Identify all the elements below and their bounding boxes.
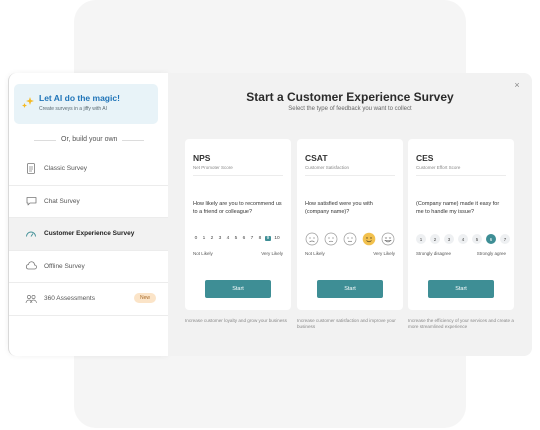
ai-banner-subtitle: Create surveys in a jiffy with AI bbox=[39, 106, 107, 112]
scale-option: 6 bbox=[242, 236, 246, 241]
menu-item-360-assessments[interactable]: 360 Assessments New bbox=[9, 283, 168, 316]
nps-start-button[interactable]: Start bbox=[205, 280, 271, 298]
ces-footer-text: Increase the efficiency of your services… bbox=[408, 318, 514, 330]
happy-face-icon bbox=[362, 232, 376, 246]
csat-footer-text: Increase customer satisfaction and impro… bbox=[297, 318, 396, 330]
csat-card[interactable]: CSAT Customer Satisfaction How satisfied… bbox=[297, 139, 403, 310]
scale-high-label: Strongly agree bbox=[476, 251, 506, 256]
scale-option: 1 bbox=[202, 236, 206, 241]
menu-item-label: Chat Survey bbox=[44, 197, 80, 205]
scale-option: 2 bbox=[210, 236, 214, 241]
scale-option: 7 bbox=[250, 236, 254, 241]
card-divider bbox=[193, 175, 283, 176]
menu-item-chat-survey[interactable]: Chat Survey bbox=[9, 186, 168, 218]
scale-option: 2 bbox=[430, 234, 440, 244]
ces-card[interactable]: CES Customer Effort Score (Company name)… bbox=[408, 139, 514, 310]
new-badge: New bbox=[133, 293, 156, 303]
nps-footer-text: Increase customer loyalty and grow your … bbox=[185, 318, 287, 323]
people-icon bbox=[25, 293, 37, 305]
card-title: CES bbox=[416, 153, 434, 163]
scale-option: 7 bbox=[500, 234, 510, 244]
scale-option: 5 bbox=[472, 234, 482, 244]
card-title: NPS bbox=[193, 153, 211, 163]
chat-icon bbox=[25, 195, 37, 207]
scale-high-label: Very Likely bbox=[373, 251, 395, 256]
scale-option: 3 bbox=[218, 236, 222, 241]
menu-item-label: Customer Experience Survey bbox=[44, 230, 135, 238]
ces-start-button[interactable]: Start bbox=[428, 280, 494, 298]
scale-option: 8 bbox=[258, 236, 262, 241]
card-question: (Company name) made it easy for me to ha… bbox=[416, 201, 500, 215]
cloud-icon bbox=[25, 260, 37, 272]
card-subtitle: Customer Effort Score bbox=[416, 165, 461, 170]
nps-card[interactable]: NPS Net Promoter Score How likely are yo… bbox=[185, 139, 291, 310]
document-icon bbox=[25, 163, 37, 175]
very-sad-face-icon bbox=[305, 232, 319, 246]
scale-option: 4 bbox=[458, 234, 468, 244]
card-title: CSAT bbox=[305, 153, 328, 163]
sparkle-icon bbox=[22, 97, 34, 108]
neutral-face-icon bbox=[343, 232, 357, 246]
gauge-icon bbox=[25, 228, 37, 240]
card-subtitle: Net Promoter Score bbox=[193, 165, 233, 170]
scale-low-label: Not Likely bbox=[193, 251, 213, 256]
ai-create-banner[interactable]: Let AI do the magic! Create surveys in a… bbox=[14, 84, 158, 124]
scale-option: 5 bbox=[234, 236, 238, 241]
card-divider bbox=[416, 175, 506, 176]
card-question: How satisfied were you with (company nam… bbox=[305, 201, 373, 215]
ai-banner-title: Let AI do the magic! bbox=[39, 93, 120, 103]
modal-title: Start a Customer Experience Survey bbox=[246, 90, 454, 104]
csat-face-scale bbox=[305, 232, 395, 246]
scale-option-selected: 6 bbox=[486, 234, 496, 244]
survey-type-menu: Classic Survey Chat Survey Customer Expe… bbox=[9, 153, 168, 316]
divider-label: Or, build your own bbox=[56, 136, 123, 143]
close-icon[interactable]: × bbox=[512, 80, 522, 90]
card-question: How likely are you to recommend us to a … bbox=[193, 201, 282, 215]
scale-option: 1 bbox=[416, 234, 426, 244]
scale-option: 0 bbox=[194, 236, 198, 241]
menu-item-offline-survey[interactable]: Offline Survey bbox=[9, 251, 168, 283]
card-subtitle: Customer Satisfaction bbox=[305, 165, 350, 170]
card-divider bbox=[305, 175, 395, 176]
scale-high-label: Very Likely bbox=[261, 251, 283, 256]
menu-item-label: Classic Survey bbox=[44, 165, 87, 173]
menu-item-classic-survey[interactable]: Classic Survey bbox=[9, 153, 168, 186]
menu-item-customer-experience-survey[interactable]: Customer Experience Survey bbox=[9, 218, 168, 251]
scale-option-selected: 9 bbox=[265, 236, 271, 241]
csat-start-button[interactable]: Start bbox=[317, 280, 383, 298]
menu-item-label: 360 Assessments bbox=[44, 295, 95, 303]
sad-face-icon bbox=[324, 232, 338, 246]
scale-low-label: Not Likely bbox=[305, 251, 325, 256]
scale-option: 10 bbox=[274, 236, 280, 241]
very-happy-face-icon bbox=[381, 232, 395, 246]
scale-option: 3 bbox=[444, 234, 454, 244]
scale-low-label: Strongly disagree bbox=[416, 251, 452, 256]
modal-subtitle: Select the type of feedback you want to … bbox=[288, 106, 412, 112]
scale-option: 4 bbox=[226, 236, 230, 241]
nps-scale: 0 1 2 3 4 5 6 7 8 9 10 bbox=[193, 236, 281, 241]
ces-scale: 1 2 3 4 5 6 7 bbox=[416, 234, 510, 244]
menu-item-label: Offline Survey bbox=[44, 262, 85, 270]
